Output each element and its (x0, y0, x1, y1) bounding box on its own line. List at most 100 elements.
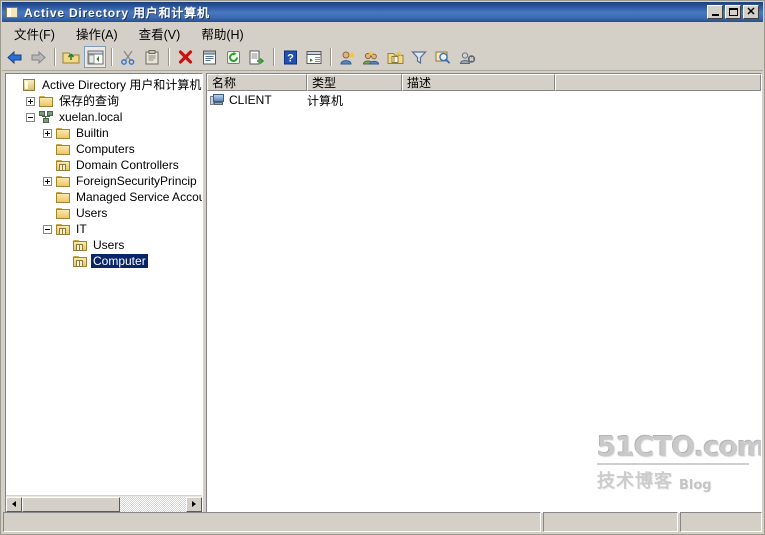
refresh-icon[interactable] (222, 46, 244, 68)
separator-4 (273, 48, 274, 66)
menu-action[interactable]: 操作(A) (67, 22, 127, 45)
show-hide-console-tree-icon[interactable] (84, 46, 106, 68)
tree-node-label: ForeignSecurityPrincip (76, 174, 197, 188)
tree-node-label: 保存的查询 (59, 94, 120, 108)
cell-type: 计算机 (307, 93, 344, 108)
domain-icon (38, 110, 54, 124)
folder-icon (55, 126, 71, 140)
tree-expand-toggle-plus-icon[interactable] (26, 96, 35, 106)
minimize-button[interactable] (707, 5, 723, 19)
folder-icon (55, 206, 71, 220)
list-body[interactable]: CLIENT 计算机 (207, 91, 761, 109)
ou-icon (55, 222, 71, 236)
tree-node-label: Computers (76, 142, 135, 156)
tree-node-foreign-security-principals[interactable]: ForeignSecurityPrincip (6, 173, 202, 189)
tree-horizontal-scrollbar[interactable] (6, 495, 202, 512)
tree-node-managed-service-accounts[interactable]: Managed Service Accoun (6, 189, 202, 205)
tree-node-label: Active Directory 用户和计算机 (42, 78, 202, 92)
watermark-divider (597, 463, 749, 465)
tree-node-computers[interactable]: Computers (6, 141, 202, 157)
cell-name: CLIENT (210, 93, 307, 107)
tree-node-label: xuelan.local (59, 110, 123, 124)
maximize-button[interactable] (725, 5, 741, 19)
forward-icon (27, 46, 49, 68)
tree-node-domain-controllers[interactable]: Domain Controllers (6, 157, 202, 173)
filter-icon[interactable] (408, 46, 430, 68)
tree-expand-toggle-minus-icon[interactable] (43, 224, 52, 234)
toolbar: ? (2, 44, 763, 71)
separator-5 (330, 48, 331, 66)
help-icon[interactable]: ? (279, 46, 301, 68)
up-one-level-icon[interactable] (60, 46, 82, 68)
delete-icon[interactable] (174, 46, 196, 68)
scroll-thumb[interactable] (22, 496, 121, 512)
tree-node-it-computer[interactable]: Computer (6, 253, 202, 269)
export-list-icon[interactable] (246, 46, 268, 68)
tree-toggle-spacer (60, 241, 69, 250)
tree-node-builtin[interactable]: Builtin (6, 125, 202, 141)
status-pane-main (3, 512, 541, 532)
list-column-headers: 名称 类型 描述 (207, 74, 761, 91)
new-user-icon[interactable] (336, 46, 358, 68)
console-window-icon (6, 6, 19, 19)
tree-node-xuelan-local[interactable]: xuelan.local (6, 109, 202, 125)
menu-view[interactable]: 查看(V) (130, 22, 190, 45)
window-title: Active Directory 用户和计算机 (24, 5, 210, 20)
find-icon[interactable] (432, 46, 454, 68)
status-bar (3, 512, 762, 532)
back-icon[interactable] (3, 46, 25, 68)
tree-node-label: IT (76, 222, 87, 236)
ou-icon (72, 238, 88, 252)
column-header-type[interactable]: 类型 (307, 74, 402, 91)
console-tree[interactable]: Active Directory 用户和计算机保存的查询 xuelan.local… (6, 74, 202, 495)
column-header-description[interactable]: 描述 (402, 74, 555, 91)
title-bar: Active Directory 用户和计算机 ✕ (2, 2, 763, 22)
status-pane-tertiary (680, 512, 762, 532)
tree-node-label: Computer (91, 254, 148, 268)
table-row[interactable]: CLIENT 计算机 (207, 91, 761, 109)
window-controls: ✕ (707, 5, 759, 19)
folder-icon (55, 190, 71, 204)
new-organizational-unit-icon[interactable] (384, 46, 406, 68)
separator-2 (111, 48, 112, 66)
scroll-right-button[interactable] (186, 496, 202, 512)
tree-node-users[interactable]: Users (6, 205, 202, 221)
tree-node-saved-queries[interactable]: 保存的查询 (6, 93, 202, 109)
console-view-icon[interactable] (303, 46, 325, 68)
ou-icon (72, 254, 88, 268)
column-header-label: 类型 (312, 76, 337, 90)
tree-toggle-spacer (9, 81, 18, 90)
watermark: 51CTO.com 技术博客 Blog (597, 430, 762, 493)
scroll-track[interactable] (22, 496, 186, 512)
column-header-label: 名称 (212, 76, 237, 90)
tree-node-it-users[interactable]: Users (6, 237, 202, 253)
tree-expand-toggle-minus-icon[interactable] (26, 112, 35, 122)
scroll-left-button[interactable] (6, 496, 22, 512)
svg-text:?: ? (287, 52, 294, 64)
tree-expand-toggle-plus-icon[interactable] (43, 128, 52, 138)
properties-icon[interactable] (198, 46, 220, 68)
new-group-icon[interactable] (360, 46, 382, 68)
menu-file[interactable]: 文件(F) (5, 22, 64, 45)
column-header-filler[interactable] (555, 74, 761, 91)
close-button[interactable]: ✕ (743, 5, 759, 19)
row-name-label: CLIENT (229, 93, 272, 107)
tree-node-root[interactable]: Active Directory 用户和计算机 (6, 77, 202, 93)
tree-node-label: Domain Controllers (76, 158, 179, 172)
cut-icon[interactable] (117, 46, 139, 68)
tree-node-label: Users (76, 206, 108, 220)
watermark-bottom-text: 技术博客 (597, 471, 673, 492)
separator-3 (168, 48, 169, 66)
watermark-top-text: 51CTO.com (597, 430, 762, 463)
column-header-name[interactable]: 名称 (207, 74, 307, 91)
menu-help[interactable]: 帮助(H) (192, 22, 252, 45)
paste-icon[interactable] (141, 46, 163, 68)
folder-icon (38, 94, 54, 108)
tree-node-it[interactable]: IT (6, 221, 202, 237)
tree-toggle-spacer (43, 209, 52, 218)
application-window: Active Directory 用户和计算机 ✕ 文件(F) 操作(A) 查看… (0, 0, 765, 535)
tree-expand-toggle-plus-icon[interactable] (43, 176, 52, 186)
details-list-pane: 名称 类型 描述 CLIENT 计算机 51CTO.com 技术博客 Blog (206, 73, 762, 513)
manage-icon[interactable] (456, 46, 478, 68)
tree-toggle-spacer (43, 193, 52, 202)
